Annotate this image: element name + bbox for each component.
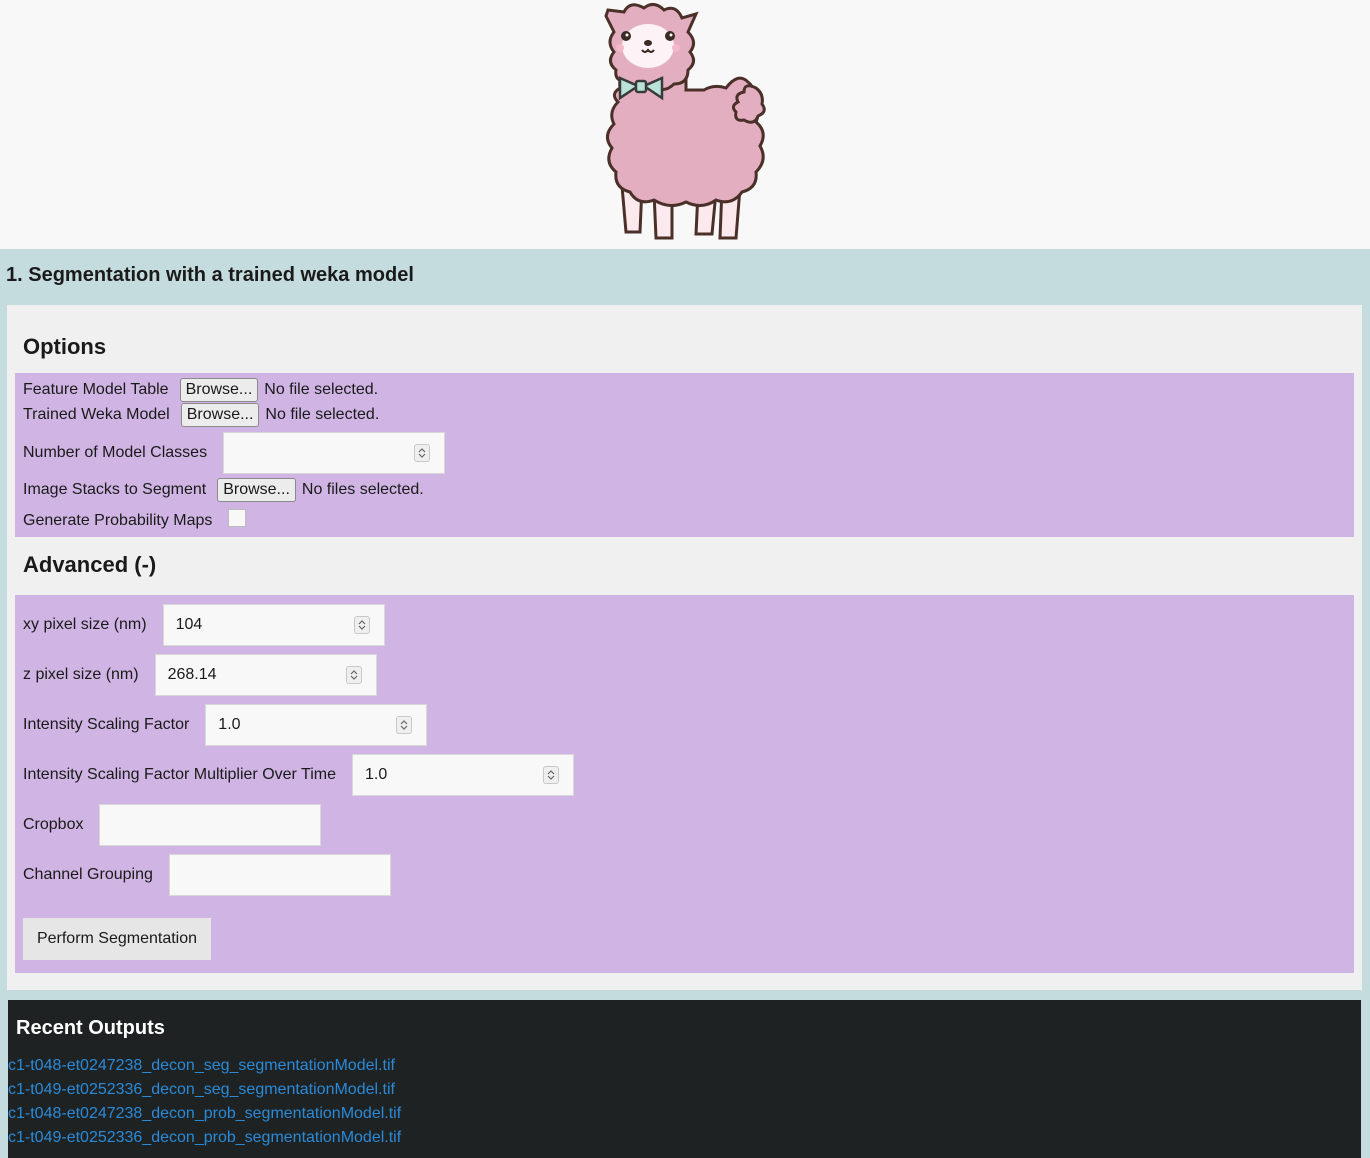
xy-pixel-size-row: xy pixel size (nm) 104	[23, 604, 385, 646]
recent-outputs-panel: Recent Outputs c1-t048-et0247238_decon_s…	[8, 1000, 1361, 1158]
feature-model-table-label: Feature Model Table	[23, 381, 169, 398]
trained-weka-model-row: Trained Weka Model Browse... No file sel…	[23, 402, 379, 428]
number-of-model-classes-input[interactable]	[223, 432, 446, 474]
xy-pixel-size-value: 104	[175, 616, 203, 633]
image-stacks-browse-button[interactable]: Browse...	[217, 478, 296, 502]
feature-model-table-browse-button[interactable]: Browse...	[179, 378, 259, 402]
output-file-link[interactable]: c1-t048-et0247238_decon_seg_segmentation…	[8, 1057, 395, 1075]
number-of-model-classes-row: Number of Model Classes	[23, 432, 446, 474]
z-pixel-size-label: z pixel size (nm)	[23, 666, 139, 683]
intensity-multiplier-label: Intensity Scaling Factor Multiplier Over…	[23, 766, 336, 783]
probability-maps-checkbox[interactable]	[228, 509, 247, 527]
recent-outputs-title: Recent Outputs	[16, 1017, 165, 1039]
perform-segmentation-button[interactable]: Perform Segmentation	[23, 918, 211, 960]
cropbox-label: Cropbox	[23, 816, 84, 833]
z-pixel-size-row: z pixel size (nm) 268.14	[23, 654, 377, 696]
channel-grouping-input[interactable]	[168, 854, 391, 896]
xy-pixel-size-input[interactable]: 104	[162, 604, 385, 646]
z-pixel-size-input[interactable]: 268.14	[154, 654, 377, 696]
cropbox-input[interactable]	[99, 804, 322, 846]
image-stacks-status: No files selected.	[301, 481, 424, 498]
intensity-multiplier-input[interactable]: 1.0	[352, 754, 574, 796]
trained-weka-model-label: Trained Weka Model	[23, 406, 170, 423]
probability-maps-row: Generate Probability Maps	[23, 508, 247, 534]
output-file-link[interactable]: c1-t049-et0252336_decon_seg_segmentation…	[8, 1081, 395, 1099]
channel-grouping-row: Channel Grouping	[23, 854, 391, 896]
intensity-multiplier-value: 1.0	[365, 766, 388, 783]
spinner-icon[interactable]	[345, 666, 362, 684]
number-of-model-classes-label: Number of Model Classes	[23, 444, 208, 461]
intensity-scaling-row: Intensity Scaling Factor 1.0	[23, 704, 428, 746]
output-file-link[interactable]: c1-t049-et0252336_decon_prob_segmentatio…	[8, 1129, 401, 1147]
section-title: 1. Segmentation with a trained weka mode…	[6, 264, 414, 286]
channel-grouping-label: Channel Grouping	[23, 866, 153, 883]
spinner-icon[interactable]	[543, 766, 559, 784]
trained-weka-model-browse-button[interactable]: Browse...	[180, 403, 260, 427]
z-pixel-size-value: 268.14	[167, 666, 217, 683]
output-file-link[interactable]: c1-t048-et0247238_decon_prob_segmentatio…	[8, 1105, 401, 1123]
xy-pixel-size-label: xy pixel size (nm)	[23, 616, 147, 633]
intensity-multiplier-row: Intensity Scaling Factor Multiplier Over…	[23, 754, 574, 796]
cropbox-row: Cropbox	[23, 804, 322, 846]
spinner-icon[interactable]	[414, 444, 431, 462]
feature-model-table-status: No file selected.	[264, 381, 379, 398]
intensity-scaling-label: Intensity Scaling Factor	[23, 716, 190, 733]
spinner-icon[interactable]	[396, 716, 413, 734]
intensity-scaling-input[interactable]: 1.0	[205, 704, 428, 746]
advanced-heading[interactable]: Advanced (-)	[23, 552, 156, 578]
spinner-icon[interactable]	[353, 616, 370, 634]
trained-weka-model-status: No file selected.	[265, 406, 380, 423]
image-stacks-row: Image Stacks to Segment Browse... No fil…	[23, 477, 424, 503]
intensity-scaling-value: 1.0	[218, 716, 241, 733]
llama-logo	[604, 3, 766, 240]
page-header	[0, 0, 1370, 249]
options-heading: Options	[23, 334, 107, 359]
feature-model-table-row: Feature Model Table Browse... No file se…	[23, 377, 378, 403]
probability-maps-label: Generate Probability Maps	[23, 512, 213, 529]
image-stacks-label: Image Stacks to Segment	[23, 481, 207, 498]
